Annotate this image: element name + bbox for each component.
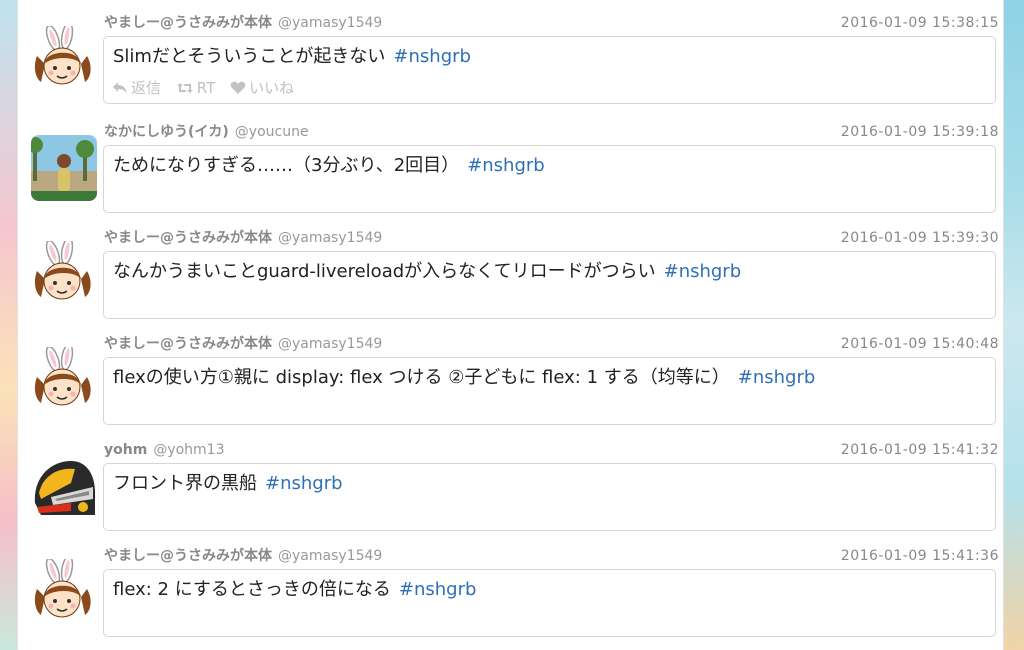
user-name[interactable]: やましー@うさみみが本体 [104, 230, 272, 246]
user-handle[interactable]: @yamasy1549 [278, 230, 382, 246]
hashtag-link[interactable]: #nshgrb [738, 367, 816, 388]
tweet-bubble: flex: 2 にするとさっきの倍になる #nshgrb [103, 569, 996, 637]
retweet-button[interactable]: RT [176, 79, 216, 97]
user-name[interactable]: yohm [104, 442, 147, 458]
tweet-bubble: フロント界の黒船 #nshgrb [103, 463, 996, 531]
timestamp[interactable]: 2016-01-09 15:39:18 [841, 123, 999, 141]
left-decorative-border [0, 0, 17, 650]
tweet-item[interactable]: yohm @yohm13 2016-01-09 15:41:32 フロント界の黒船… [18, 435, 1003, 541]
retweet-icon [176, 83, 193, 93]
timestamp[interactable]: 2016-01-09 15:39:30 [841, 229, 999, 247]
hashtag-link[interactable]: #nshgrb [393, 46, 471, 67]
tweet-body: flexの使い方①親に display: flex つける ②子どもに flex… [113, 367, 730, 388]
tweet-body: flex: 2 にするとさっきの倍になる [113, 579, 391, 600]
user-handle[interactable]: @youcune [235, 124, 309, 140]
tweet-bubble: なんかうまいことguard-livereloadが入らなくてリロードがつらい #n… [103, 251, 996, 319]
tweet-meta: やましー@うさみみが本体 @yamasy1549 2016-01-09 15:40… [104, 335, 999, 353]
user-name[interactable]: やましー@うさみみが本体 [104, 548, 272, 564]
tweet-meta: やましー@うさみみが本体 @yamasy1549 2016-01-09 15:38… [104, 14, 999, 32]
tweet-text: フロント界の黒船 #nshgrb [113, 472, 343, 496]
bunny-girl-avatar[interactable] [31, 26, 97, 92]
user-name[interactable]: やましー@うさみみが本体 [104, 15, 272, 31]
user-handle[interactable]: @yamasy1549 [278, 336, 382, 352]
user-handle[interactable]: @yamasy1549 [278, 15, 382, 31]
tweet-text: Slimだとそういうことが起きない #nshgrb [113, 45, 471, 69]
tweet-actions: 返信 RT いいね [112, 79, 304, 99]
tweet-meta: やましー@うさみみが本体 @yamasy1549 2016-01-09 15:41… [104, 547, 999, 565]
tweet-item[interactable]: やましー@うさみみが本体 @yamasy1549 2016-01-09 15:39… [18, 223, 1003, 329]
user-handle[interactable]: @yamasy1549 [278, 548, 382, 564]
retweet-label: RT [196, 79, 216, 97]
tweet-timeline[interactable]: やましー@うさみみが本体 @yamasy1549 2016-01-09 15:38… [17, 0, 1004, 650]
reply-icon [113, 82, 127, 94]
photo-avatar[interactable] [31, 135, 97, 201]
timestamp[interactable]: 2016-01-09 15:38:15 [841, 14, 999, 32]
hashtag-link[interactable]: #nshgrb [467, 155, 545, 176]
tweet-bubble: Slimだとそういうことが起きない #nshgrb 返信 RT いいね [103, 36, 996, 104]
tweet-text: flex: 2 にするとさっきの倍になる #nshgrb [113, 578, 476, 602]
tweet-item[interactable]: やましー@うさみみが本体 @yamasy1549 2016-01-09 15:38… [18, 8, 1003, 114]
reply-button[interactable]: 返信 [112, 79, 161, 97]
like-button[interactable]: いいね [230, 79, 294, 97]
tweet-body: Slimだとそういうことが起きない [113, 46, 386, 67]
tweet-item[interactable]: なかにしゆう(イカ) @youcune 2016-01-09 15:39:18 た… [18, 117, 1003, 223]
tweet-meta: なかにしゆう(イカ) @youcune 2016-01-09 15:39:18 [104, 123, 999, 141]
heart-icon [230, 81, 246, 94]
timestamp[interactable]: 2016-01-09 15:41:36 [841, 547, 999, 565]
helmet-avatar[interactable] [31, 453, 97, 519]
timestamp[interactable]: 2016-01-09 15:41:32 [841, 441, 999, 459]
bunny-girl-avatar[interactable] [31, 347, 97, 413]
tweet-meta: yohm @yohm13 2016-01-09 15:41:32 [104, 441, 999, 459]
tweet-meta: やましー@うさみみが本体 @yamasy1549 2016-01-09 15:39… [104, 229, 999, 247]
hashtag-link[interactable]: #nshgrb [664, 261, 742, 282]
tweet-text: flexの使い方①親に display: flex つける ②子どもに flex… [113, 366, 815, 390]
user-handle[interactable]: @yohm13 [153, 442, 224, 458]
tweet-body: ためになりすぎる……（3分ぶり、2回目） [113, 155, 460, 176]
right-decorative-border [1002, 0, 1024, 650]
reply-label: 返信 [131, 79, 162, 97]
bunny-girl-avatar[interactable] [31, 241, 97, 307]
bunny-girl-avatar[interactable] [31, 559, 97, 625]
tweet-bubble: ためになりすぎる……（3分ぶり、2回目） #nshgrb [103, 145, 996, 213]
timestamp[interactable]: 2016-01-09 15:40:48 [841, 335, 999, 353]
tweet-item[interactable]: やましー@うさみみが本体 @yamasy1549 2016-01-09 15:40… [18, 329, 1003, 435]
tweet-text: ためになりすぎる……（3分ぶり、2回目） #nshgrb [113, 154, 545, 178]
user-name[interactable]: なかにしゆう(イカ) [104, 124, 229, 140]
tweet-bubble: flexの使い方①親に display: flex つける ②子どもに flex… [103, 357, 996, 425]
user-name[interactable]: やましー@うさみみが本体 [104, 336, 272, 352]
tweet-body: なんかうまいことguard-livereloadが入らなくてリロードがつらい [113, 261, 656, 282]
like-label: いいね [249, 79, 295, 97]
tweet-text: なんかうまいことguard-livereloadが入らなくてリロードがつらい #n… [113, 260, 741, 284]
hashtag-link[interactable]: #nshgrb [399, 579, 477, 600]
tweet-body: フロント界の黒船 [113, 473, 257, 494]
tweet-item[interactable]: やましー@うさみみが本体 @yamasy1549 2016-01-09 15:41… [18, 541, 1003, 647]
hashtag-link[interactable]: #nshgrb [265, 473, 343, 494]
